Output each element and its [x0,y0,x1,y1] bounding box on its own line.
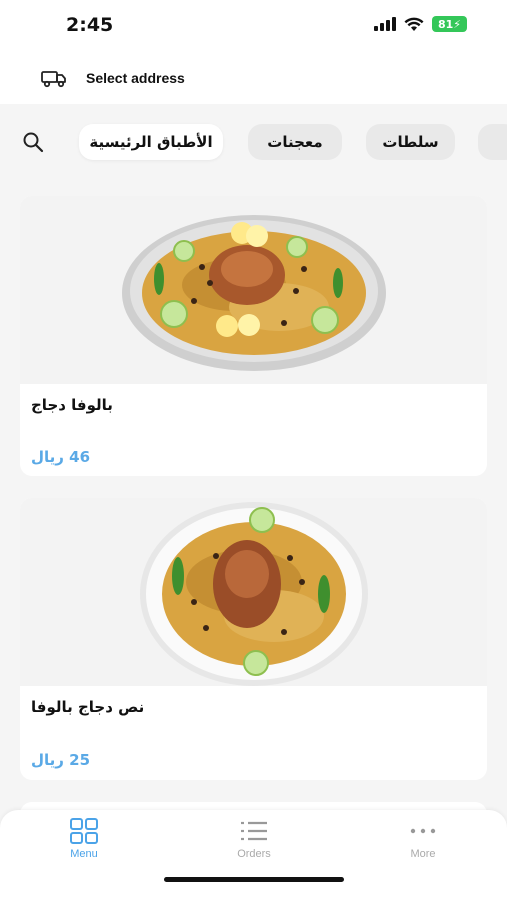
tab-menu[interactable]: Menu [44,818,124,860]
category-label: سلطات [382,133,439,151]
category-chip-main-dishes[interactable]: الأطباق الرئيسية [79,124,223,160]
category-label: معجنات [267,133,323,151]
category-chip-more[interactable] [478,124,507,160]
category-chip-pastries[interactable]: معجنات [248,124,342,160]
wifi-icon [404,17,424,31]
category-label: الأطباق الرئيسية [89,133,213,151]
search-icon[interactable] [22,131,44,153]
product-name: نص دجاج بالوفا [31,698,145,716]
signal-icon [373,17,396,31]
product-card[interactable]: بالوفا دجاج 46 ريال [20,196,487,476]
product-name: بالوفا دجاج [31,396,113,414]
product-price: 46 ريال [31,448,91,466]
address-selector[interactable]: Select address [0,52,507,104]
battery-level: 81 [437,17,454,31]
battery-icon: 81 ⚡ [431,16,467,32]
category-bar: الأطباق الرئيسية معجنات سلطات [0,104,507,176]
tab-more[interactable]: More [383,818,463,860]
more-icon [410,828,436,834]
tab-label: More [410,848,436,860]
truck-icon [41,71,66,88]
bottom-tab-bar: Menu Orders More [0,810,507,900]
home-indicator[interactable] [164,877,344,882]
tab-label: Menu [70,848,98,860]
status-icons: 81 ⚡ [373,16,467,32]
product-image [20,196,487,384]
product-card[interactable]: نص دجاج بالوفا 25 ريال [20,498,487,780]
address-label: Select address [86,70,185,86]
status-time: 2:45 [66,14,114,36]
product-image [20,498,487,686]
list-icon [241,821,267,841]
status-bar: 2:45 81 ⚡ [0,0,507,52]
grid-icon [70,818,98,844]
product-price: 25 ريال [31,751,91,769]
category-chip-salads[interactable]: سلطات [366,124,455,160]
tab-orders[interactable]: Orders [214,818,294,860]
tab-label: Orders [237,848,271,860]
